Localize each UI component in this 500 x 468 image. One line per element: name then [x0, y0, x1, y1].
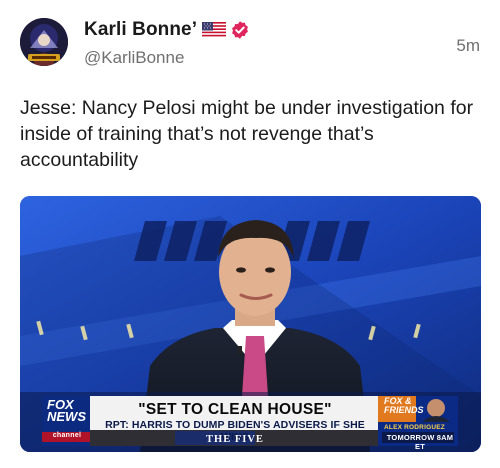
promo-brand: FOX & FRIENDS: [384, 397, 424, 415]
display-name[interactable]: Karli Bonne’: [84, 19, 197, 41]
avatar[interactable]: [20, 18, 68, 66]
verified-badge-icon: [232, 21, 249, 39]
post-timestamp: 5m: [456, 36, 480, 55]
post-card[interactable]: Karli Bonne’ @KarliBonne 5m Jesse: Nancy…: [0, 0, 500, 468]
network-logo-channel: channel: [52, 432, 82, 439]
chyron-headline: "SET TO CLEAN HOUSE": [138, 401, 332, 418]
us-flag-icon: [202, 22, 227, 38]
promo-time: TOMORROW 8AM ET: [386, 433, 454, 451]
network-logo: FOX NEWS: [47, 398, 92, 424]
post-body-text: Jesse: Nancy Pelosi might be under inves…: [20, 97, 474, 171]
show-name: THE FIVE: [206, 434, 264, 445]
promo-host: ALEX RODRIGUEZ: [384, 424, 445, 431]
network-logo-line2: NEWS: [47, 409, 86, 424]
author-name-row: Karli Bonne’: [84, 18, 250, 42]
author-handle[interactable]: @KarliBonne: [84, 48, 184, 68]
promo-brand-line2: FRIENDS: [384, 405, 424, 415]
avatar-image: [20, 18, 68, 66]
